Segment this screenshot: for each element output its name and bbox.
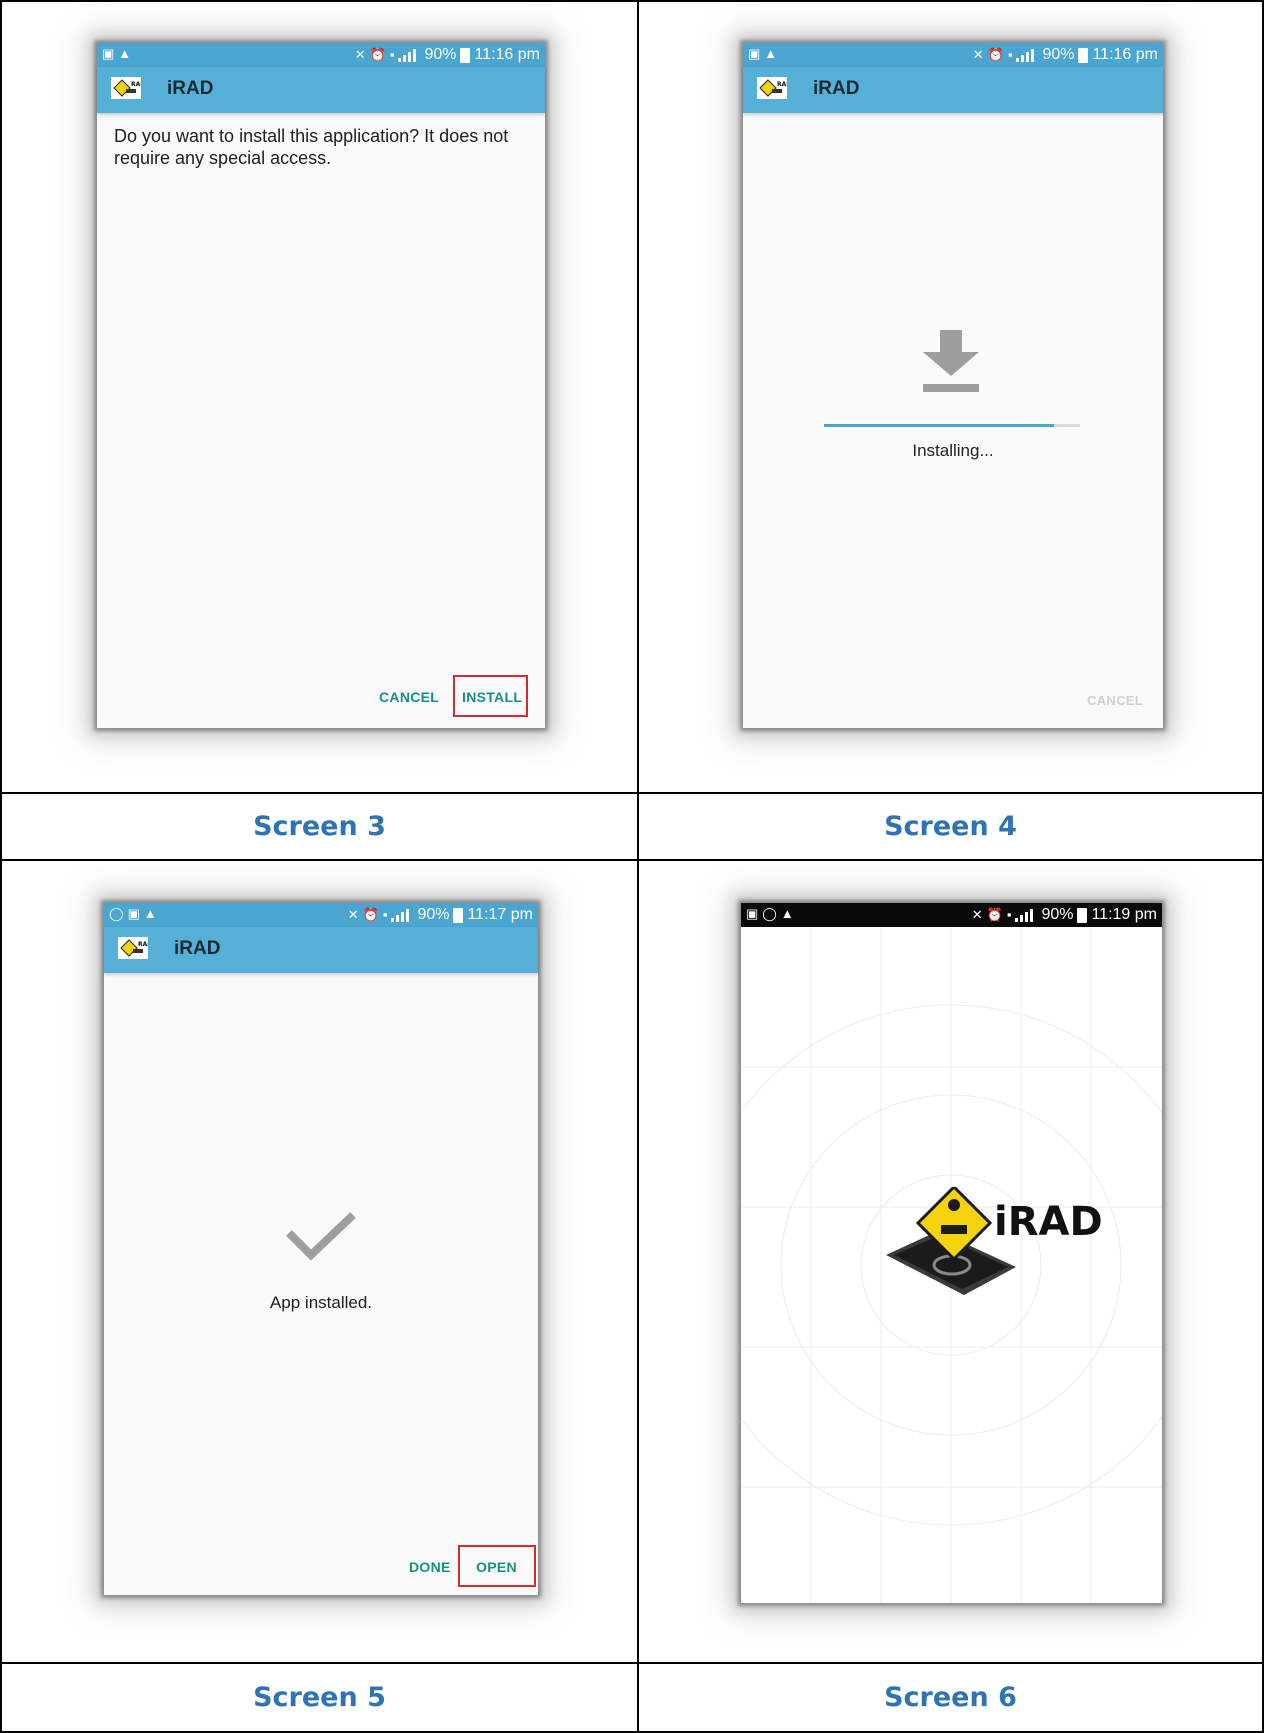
warning-icon: ▲ — [143, 906, 157, 921]
app-title: iRAD — [813, 78, 860, 99]
svg-text:RAD: RAD — [131, 81, 141, 88]
status-bar: ▣ ▲ ✕ ⏰ ▪ 90% 11:16 pm — [97, 43, 545, 67]
download-arrow-icon — [923, 330, 979, 392]
clock: 11:16 pm — [1092, 46, 1158, 63]
gallery-icon: ▣ — [748, 46, 761, 61]
progress-track — [824, 424, 1080, 427]
battery-percent: 90% — [417, 906, 450, 923]
warning-icon: ▲ — [780, 906, 794, 921]
signal-icon — [398, 48, 420, 62]
status-bar: ▣ ◯ ▲ ✕ ⏰ ▪ 90% 11:19 pm — [741, 903, 1162, 927]
install-prompt: Do you want to install this application?… — [114, 126, 509, 168]
whatsapp-icon: ◯ — [762, 906, 777, 921]
screens-table: ▣ ▲ ✕ ⏰ ▪ 90% 11:16 pm RAD iRAD Do you — [0, 0, 1264, 1733]
battery-icon — [1078, 47, 1089, 63]
table-divider — [0, 859, 1264, 861]
caption-screen-3: Screen 3 — [253, 811, 386, 842]
app-bar: RAD iRAD — [104, 927, 538, 973]
sim-icon: ▪ — [1006, 907, 1012, 922]
mute-icon: ✕ — [972, 47, 984, 62]
svg-text:RAD: RAD — [138, 941, 148, 948]
installed-status: App installed. — [269, 1293, 373, 1312]
battery-percent: 90% — [1041, 906, 1074, 923]
battery-icon — [453, 907, 464, 923]
alarm-icon: ⏰ — [986, 907, 1003, 922]
signal-icon — [1016, 48, 1038, 62]
gallery-icon: ▣ — [746, 906, 759, 921]
screen-3-phone: ▣ ▲ ✕ ⏰ ▪ 90% 11:16 pm RAD iRAD Do you — [97, 43, 545, 728]
checkmark-icon — [286, 1212, 356, 1261]
mute-icon: ✕ — [347, 907, 359, 922]
sim-icon: ▪ — [382, 907, 388, 922]
progress-bar — [824, 424, 1055, 427]
gallery-icon: ▣ — [127, 906, 140, 921]
caption-screen-6: Screen 6 — [884, 1682, 1017, 1713]
caption-screen-4: Screen 4 — [884, 811, 1017, 842]
mute-icon: ✕ — [354, 47, 366, 62]
screen-4-phone: ▣ ▲ ✕ ⏰ ▪ 90% 11:16 pm RAD iRAD — [743, 43, 1163, 728]
sim-icon: ▪ — [389, 47, 395, 62]
cancel-button[interactable]: CANCEL — [1087, 693, 1143, 708]
battery-percent: 90% — [1042, 46, 1075, 63]
install-button[interactable]: INSTALL — [462, 689, 522, 705]
battery-percent: 90% — [424, 46, 457, 63]
alarm-icon: ⏰ — [987, 47, 1004, 62]
clock: 11:16 pm — [474, 46, 540, 63]
clock: 11:17 pm — [467, 906, 533, 923]
irad-app-icon: RAD — [118, 937, 148, 959]
app-title: iRAD — [174, 938, 221, 959]
status-bar: ▣ ▲ ✕ ⏰ ▪ 90% 11:16 pm — [743, 43, 1163, 67]
signal-icon — [1015, 908, 1037, 922]
table-border-left — [0, 0, 2, 1733]
whatsapp-icon: ◯ — [109, 906, 124, 921]
warning-icon: ▲ — [764, 46, 778, 61]
app-title: iRAD — [167, 78, 214, 99]
warning-icon: ▲ — [118, 46, 132, 61]
open-button[interactable]: OPEN — [476, 1559, 517, 1575]
gallery-icon: ▣ — [102, 46, 115, 61]
battery-icon — [1077, 907, 1088, 923]
app-bar: RAD iRAD — [743, 67, 1163, 113]
table-column-divider — [637, 0, 639, 1733]
alarm-icon: ⏰ — [369, 47, 386, 62]
installing-status: Installing... — [912, 441, 994, 460]
table-border-top — [0, 0, 1264, 2]
irad-app-icon: RAD — [111, 77, 141, 99]
cancel-button[interactable]: CANCEL — [379, 689, 439, 705]
done-button[interactable]: DONE — [409, 1559, 451, 1575]
signal-icon — [391, 908, 413, 922]
svg-text:RAD: RAD — [777, 81, 787, 88]
battery-icon — [460, 47, 471, 63]
screen-5-phone: ◯ ▣ ▲ ✕ ⏰ ▪ 90% 11:17 pm RAD iRAD — [104, 903, 538, 1595]
irad-app-icon: RAD — [757, 77, 787, 99]
screen-6-phone: ▣ ◯ ▲ ✕ ⏰ ▪ 90% 11:19 pm iRAD — [741, 903, 1162, 1603]
sim-icon: ▪ — [1007, 47, 1013, 62]
irad-splash-logo: iRAD — [886, 1187, 1103, 1295]
caption-screen-5: Screen 5 — [253, 1682, 386, 1713]
alarm-icon: ⏰ — [362, 907, 379, 922]
mute-icon: ✕ — [971, 907, 983, 922]
status-bar: ◯ ▣ ▲ ✕ ⏰ ▪ 90% 11:17 pm — [104, 903, 538, 927]
app-bar: RAD iRAD — [97, 67, 545, 113]
splash-logo-text: iRAD — [994, 1199, 1103, 1245]
clock: 11:19 pm — [1091, 906, 1157, 923]
